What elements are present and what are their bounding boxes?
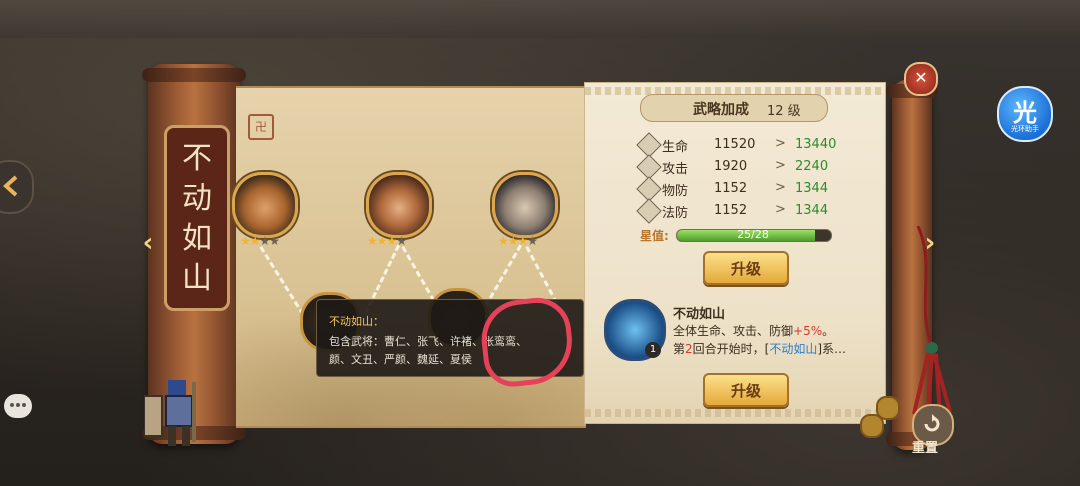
- stat-current: 1920: [714, 159, 748, 174]
- stat-label: 生命: [662, 140, 689, 155]
- star-value-label: 星值:: [640, 229, 669, 243]
- prev-page-arrow[interactable]: ‹: [138, 228, 158, 258]
- hero-face-image: [495, 175, 555, 235]
- stat-arrow: >: [775, 158, 786, 173]
- helper-label: 光环助手: [1011, 125, 1039, 133]
- stat-current: 11520: [714, 137, 756, 152]
- stat-arrow: >: [775, 180, 786, 195]
- stat-label: 攻击: [662, 162, 689, 177]
- skill-desc-text: 回合开始时，[: [692, 342, 770, 356]
- scroll-title-char: 如: [182, 221, 212, 256]
- stat-next: 2240: [795, 159, 829, 174]
- hero-portrait[interactable]: [366, 172, 432, 238]
- chat-dot-icon: [22, 403, 26, 407]
- tooltip-line: 颜、文丑、严颜、魏延、夏侯: [329, 353, 472, 366]
- stat-arrow: >: [775, 136, 786, 151]
- bonus-header: 武略加成 12 级: [640, 94, 828, 122]
- chat-dot-icon: [16, 403, 20, 407]
- chat-button[interactable]: [4, 394, 32, 418]
- stat-next: 13440: [795, 137, 837, 152]
- stat-row-health: 生命 11520 > 13440: [636, 132, 840, 158]
- coin-decoration: [860, 414, 884, 438]
- character-sprite: [143, 372, 210, 450]
- skill-name: 不动如山: [673, 307, 726, 322]
- stat-row-attack: 攻击 1920 > 2240: [636, 154, 840, 180]
- hero-star-rating: ★★★★: [367, 234, 407, 248]
- skill-desc-text: 第: [673, 342, 686, 356]
- stat-current: 1152: [714, 203, 748, 218]
- top-bar-blurred: [0, 0, 1080, 38]
- star-progress-text: 25/28: [737, 228, 769, 241]
- skill-desc-highlight: 2: [685, 342, 693, 356]
- stat-arrow: >: [775, 202, 786, 217]
- scroll-title-char: 动: [182, 181, 212, 216]
- upgrade-label: 升级: [730, 260, 761, 278]
- magic-defense-icon: [636, 198, 662, 224]
- tassel-decoration: [912, 226, 952, 415]
- skill-desc-highlight: +5%: [793, 324, 823, 338]
- skill-desc-text: 。: [822, 324, 835, 338]
- upgrade-label: 升级: [730, 382, 761, 400]
- seal-stamp-icon: 卍: [248, 114, 274, 140]
- scroll-title-char: 不: [182, 141, 212, 176]
- stat-label: 法防: [662, 206, 689, 221]
- stat-label: 物防: [662, 184, 689, 199]
- hero-face-image: [369, 175, 429, 235]
- panel-border-bottom: [585, 409, 885, 417]
- stat-next: 1344: [795, 203, 829, 218]
- scroll-title-char: 山: [182, 261, 212, 296]
- bonus-title: 武略加成: [693, 102, 749, 118]
- helper-app-badge[interactable]: 光 光环助手: [997, 86, 1053, 142]
- tooltip-title: 不动如山：: [329, 315, 384, 328]
- skill-level-badge: 1: [645, 342, 661, 358]
- skill-desc-text: ]系…: [817, 342, 847, 356]
- skill-desc-text: 全体生命、攻击、防御: [673, 324, 794, 338]
- bonus-upgrade-button[interactable]: 升级: [703, 251, 789, 285]
- stat-row-magic-defense: 法防 1152 > 1344: [636, 198, 840, 224]
- chat-dot-icon: [10, 403, 14, 407]
- skill-desc-line2: 第2回合开始时，[不动如山]系…: [673, 340, 846, 357]
- hero-star-rating: ★★★★: [498, 234, 538, 248]
- hero-portrait[interactable]: [232, 172, 298, 238]
- helper-glyph: 光: [1013, 99, 1037, 127]
- skill-upgrade-button[interactable]: 升级: [703, 373, 789, 407]
- skill-icon[interactable]: 1: [604, 299, 666, 361]
- scroll-title-plaque: 不 动 如 山: [164, 125, 230, 311]
- bonus-level: 12 级: [767, 104, 801, 119]
- skill-desc-link[interactable]: 不动如山: [769, 342, 817, 356]
- reset-label[interactable]: 重置: [912, 437, 938, 456]
- return-arrow-icon: [3, 175, 18, 197]
- hero-star-rating: ★★★★: [240, 234, 280, 248]
- skill-desc-line1: 全体生命、攻击、防御+5%。: [673, 322, 834, 339]
- close-button[interactable]: ✕: [904, 62, 938, 96]
- hero-face-image: [235, 175, 295, 235]
- left-side-menu-button[interactable]: [0, 160, 34, 214]
- stat-row-armor: 物防 1152 > 1344: [636, 176, 840, 202]
- stat-next: 1344: [795, 181, 829, 196]
- reset-icon: [924, 414, 940, 432]
- stat-current: 1152: [714, 181, 748, 196]
- hero-portrait[interactable]: [492, 172, 558, 238]
